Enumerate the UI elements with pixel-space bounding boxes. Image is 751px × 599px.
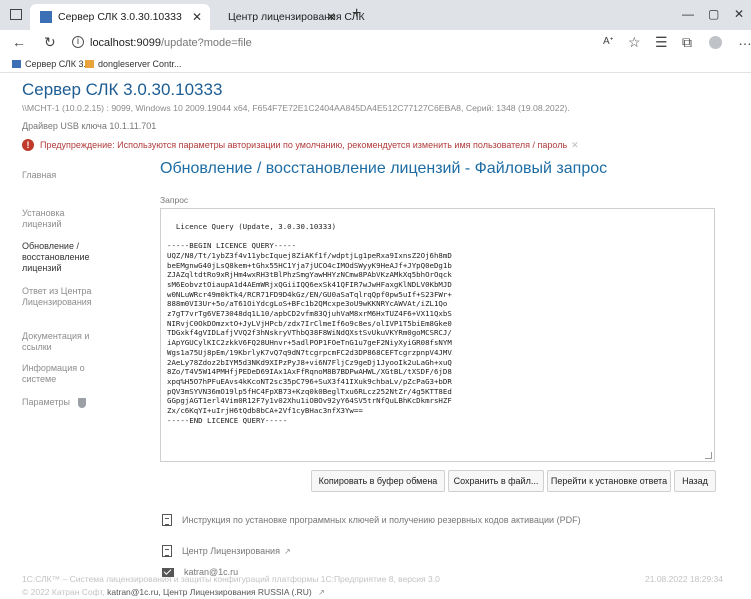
favorite-item-dongle[interactable]: dongleserver Contr... [85,59,182,69]
close-window-icon[interactable]: ✕ [734,7,744,21]
tab-title: Сервер СЛК 3.0.30.10333 [58,11,182,23]
tab-title: Центр лицензирования СЛК [228,11,365,23]
driver-version: Драйвер USB ключа 10.1.11.701 [22,121,157,131]
maximize-icon[interactable]: ▢ [708,7,719,21]
dismiss-warning-icon[interactable]: ✕ [571,140,579,151]
footer-copyright: © 2022 Катран Софт, katran@1c.ru, Центр … [22,587,325,597]
dongle-favicon-icon [85,60,94,68]
footer-description: 1С:СЛК™ – Система лицензирования и защит… [22,574,440,584]
sidebar-item-label: Документация и ссылки [22,331,90,352]
section-heading: Обновление / восстановление лицензий - Ф… [160,160,608,177]
query-textarea[interactable]: Licence Query (Update, 3.0.30.10333) ---… [160,208,715,462]
external-link-icon: ↗ [318,588,325,597]
new-tab-icon[interactable]: + [352,5,361,23]
license-center-text: Центр Лицензирования [182,546,280,556]
favorites-bar: Сервер СЛК 3.0 dongleserver Contr... [0,56,751,73]
sidebar-item-label: Установка лицензий [22,208,65,229]
sidebar-item-label: Информация о системе [22,363,85,384]
license-center-link[interactable]: Центр Лицензирования ↗ [162,545,291,557]
pdf-instruction-link[interactable]: Инструкция по установке программных ключ… [162,514,581,526]
add-favorite-icon[interactable]: ☆ [628,34,641,51]
shield-icon [77,397,86,408]
warning-banner: ! Предупреждение: Используются параметры… [22,139,579,151]
warning-icon: ! [22,139,34,151]
sidebar-item-label: Обновление / восстановление лицензий [22,241,90,273]
more-icon[interactable]: … [738,32,751,48]
tab-actions-icon[interactable] [10,9,22,20]
minimize-icon[interactable]: — [682,7,694,21]
back-arrow-icon[interactable]: ← [12,34,26,50]
sidebar-item-settings[interactable]: Параметры [22,397,122,408]
favorite-item-server[interactable]: Сервер СЛК 3.0 [12,59,91,69]
sidebar-item-docs[interactable]: Документация и ссылки [22,331,122,353]
read-aloud-icon[interactable]: Aᐩ [603,36,614,47]
sidebar-item-label: Ответ из Центра Лицензирования [22,286,92,307]
tab-server[interactable]: Сервер СЛК 3.0.30.10333 ✕ [30,4,210,30]
server-favicon-icon [12,60,21,68]
pdf-icon [162,514,172,526]
sidebar-item-label: Параметры [22,397,70,407]
query-text: Licence Query (Update, 3.0.30.10333) ---… [167,221,452,425]
warning-text: Предупреждение: Используются параметры а… [40,140,568,150]
query-label: Запрос [160,195,189,205]
document-icon [162,545,172,557]
sidebar-item-response[interactable]: Ответ из Центра Лицензирования [22,286,122,308]
page-title: Сервер СЛК 3.0.30.10333 [22,80,223,99]
info-icon: i [72,36,84,48]
reload-icon[interactable]: ↻ [44,34,56,51]
collections-icon[interactable]: ⧉ [682,34,692,51]
server-favicon-icon [40,11,52,23]
footer-timestamp: 21.08.2022 18:29:34 [645,574,723,584]
sidebar-item-home[interactable]: Главная [22,170,122,181]
footer-center-link[interactable]: Центр Лицензирования RUSSIA (.RU) [163,587,312,597]
copy-to-clipboard-button[interactable]: Копировать в буфер обмена [311,470,445,492]
pdf-link-text: Инструкция по установке программных ключ… [182,515,581,525]
favorite-label: dongleserver Contr... [98,59,182,69]
copyright-text: © 2022 Катран Софт, [22,587,105,597]
favorite-label: Сервер СЛК 3.0 [25,59,92,69]
save-to-file-button[interactable]: Сохранить в файл... [448,470,544,492]
favorites-icon[interactable]: ☰ [655,34,668,51]
url-path: /update?mode=file [160,37,252,49]
browser-tab-bar: Сервер СЛК 3.0.30.10333 ✕ Центр лицензир… [0,0,751,30]
url-host: localhost:9099 [90,37,161,49]
server-info-line: \\МСНТ-1 (10.0.2.15) : 9099, Windows 10 … [22,103,570,113]
profile-avatar[interactable] [709,36,722,49]
close-tab-icon[interactable]: ✕ [326,10,336,24]
url-field[interactable]: localhost:9099/update?mode=file [90,37,252,49]
sidebar-item-update[interactable]: Обновление / восстановление лицензий [22,241,122,274]
external-link-icon: ↗ [283,546,291,556]
sidebar-item-sysinfo[interactable]: Информация о системе [22,363,122,385]
resize-grip-icon[interactable] [705,452,712,459]
address-bar: ← ↻ i localhost:9099/update?mode=file Aᐩ… [0,30,751,56]
back-button[interactable]: Назад [674,470,716,492]
sidebar-item-install[interactable]: Установка лицензий [22,208,122,230]
tab-license-center[interactable]: Центр лицензирования СЛК ✕ [212,4,365,30]
footer-email-link[interactable]: katran@1c.ru, [107,587,161,597]
go-to-install-response-button[interactable]: Перейти к установке ответа [547,470,671,492]
close-tab-icon[interactable]: ✕ [192,10,202,24]
